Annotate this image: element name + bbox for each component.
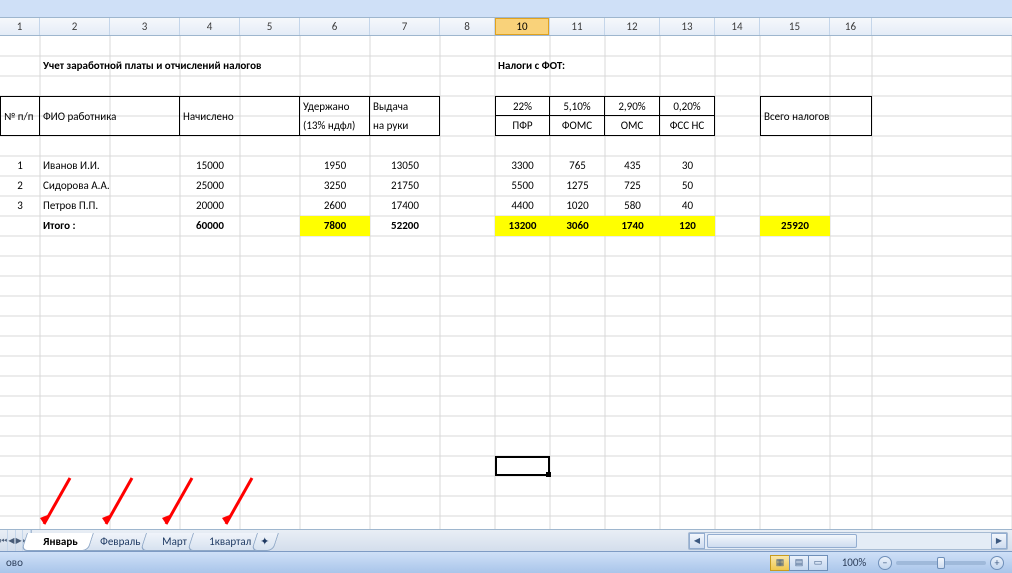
- horizontal-scrollbar[interactable]: ◀ ▶: [688, 532, 1008, 550]
- tax-label: ФСС НС: [660, 116, 715, 136]
- view-normal-icon[interactable]: ▦: [770, 555, 790, 571]
- tax-pct: 2,90%: [605, 96, 660, 116]
- cell-accrued[interactable]: 15000: [180, 156, 240, 176]
- sheet-tab-label: Февраль: [100, 535, 140, 548]
- cell-accrued[interactable]: 25000: [180, 176, 240, 196]
- status-text: ово: [0, 556, 23, 569]
- tax-pct: 0,20%: [660, 96, 715, 116]
- tax-label: ФОМС: [550, 116, 605, 136]
- cell-tax[interactable]: 40: [660, 196, 715, 216]
- header-payout-sub: на руки: [370, 116, 440, 136]
- cell-tax[interactable]: 580: [605, 196, 660, 216]
- totals-total-taxes[interactable]: 25920: [760, 216, 830, 236]
- col-header[interactable]: 13: [660, 18, 715, 35]
- view-page-break-icon[interactable]: ▭: [808, 555, 828, 571]
- cell-fio[interactable]: Иванов И.И.: [40, 156, 180, 176]
- zoom-slider[interactable]: [896, 561, 986, 565]
- zoom-out-button[interactable]: −: [878, 556, 892, 570]
- col-header[interactable]: 5: [240, 18, 300, 35]
- header-accrued: Начислено: [180, 96, 300, 136]
- tax-label: ПФР: [495, 116, 550, 136]
- col-header[interactable]: 16: [830, 18, 872, 35]
- new-sheet-icon: ✦: [260, 535, 269, 548]
- totals-tax[interactable]: 1740: [605, 216, 660, 236]
- cell-withheld[interactable]: 2600: [300, 196, 370, 216]
- cell-accrued[interactable]: 20000: [180, 196, 240, 216]
- scroll-thumb[interactable]: [707, 534, 857, 548]
- tax-label: ОМС: [605, 116, 660, 136]
- cell-tax[interactable]: 1020: [550, 196, 605, 216]
- zoom-slider-thumb[interactable]: [937, 557, 945, 569]
- cell-fio[interactable]: Петров П.П.: [40, 196, 180, 216]
- title-payroll: Учет заработной платы и отчислений налог…: [40, 56, 440, 76]
- col-header[interactable]: 1: [0, 18, 40, 35]
- zoom-percent[interactable]: 100%: [834, 556, 874, 569]
- sheet-tab-label: 1квартал: [209, 535, 251, 548]
- totals-tax[interactable]: 3060: [550, 216, 605, 236]
- cell-tax[interactable]: 725: [605, 176, 660, 196]
- col-header[interactable]: 2: [40, 18, 110, 35]
- sheet-tab-strip: ⏮ ◀ ▶ ⏭ Январь Февраль Март 1квартал ✦ ◀…: [0, 529, 1012, 551]
- new-sheet-button[interactable]: ✦: [251, 533, 279, 551]
- sheet-tab[interactable]: Январь: [21, 533, 93, 551]
- totals-withheld[interactable]: 7800: [300, 216, 370, 236]
- zoom-in-button[interactable]: +: [990, 556, 1004, 570]
- header-total-taxes: Всего налогов: [760, 96, 872, 136]
- header-withheld-sub: (13% ндфл): [300, 116, 370, 136]
- totals-accrued[interactable]: 60000: [180, 216, 240, 236]
- status-bar: ово ▦ ▤ ▭ 100% − +: [0, 551, 1012, 573]
- cell-n[interactable]: 3: [0, 196, 40, 216]
- cell-tax[interactable]: 435: [605, 156, 660, 176]
- cell-withheld[interactable]: 3250: [300, 176, 370, 196]
- header-npp: № п/п: [0, 96, 40, 136]
- cell-fio[interactable]: Сидорова А.А.: [40, 176, 180, 196]
- worksheet-grid[interactable]: Учет заработной платы и отчислений налог…: [0, 36, 1012, 529]
- view-page-layout-icon[interactable]: ▤: [789, 555, 809, 571]
- tab-first-icon[interactable]: ⏮: [0, 530, 8, 551]
- tax-pct: 22%: [495, 96, 550, 116]
- cell-tax[interactable]: 765: [550, 156, 605, 176]
- header-payout: Выдача: [370, 96, 440, 116]
- sheet-tab-label: Январь: [43, 535, 78, 548]
- scroll-left-icon[interactable]: ◀: [689, 533, 705, 549]
- column-headers: 1 2 3 4 5 6 7 8 10 11 12 13 14 15 16: [0, 18, 1012, 36]
- tab-prev-icon[interactable]: ◀: [8, 530, 15, 551]
- cell-tax[interactable]: 3300: [495, 156, 550, 176]
- scroll-right-icon[interactable]: ▶: [991, 533, 1007, 549]
- header-fio: ФИО работника: [40, 96, 180, 136]
- cell-n[interactable]: 1: [0, 156, 40, 176]
- col-header[interactable]: 15: [760, 18, 830, 35]
- col-header[interactable]: 6: [300, 18, 370, 35]
- col-header[interactable]: 4: [180, 18, 240, 35]
- col-header[interactable]: 7: [370, 18, 440, 35]
- cell-tax[interactable]: 1275: [550, 176, 605, 196]
- header-withheld: Удержано: [300, 96, 370, 116]
- ribbon-edge: [0, 0, 1012, 18]
- totals-tax[interactable]: 13200: [495, 216, 550, 236]
- zoom-control: 100% − +: [834, 556, 1004, 570]
- cell-tax[interactable]: 50: [660, 176, 715, 196]
- totals-payout[interactable]: 52200: [370, 216, 440, 236]
- col-header[interactable]: 11: [550, 18, 605, 35]
- cell-tax[interactable]: 5500: [495, 176, 550, 196]
- cell-tax[interactable]: 4400: [495, 196, 550, 216]
- col-header-active[interactable]: 10: [495, 18, 550, 35]
- cell-tax[interactable]: 30: [660, 156, 715, 176]
- tax-pct: 5,10%: [550, 96, 605, 116]
- sheet-tab-label: Март: [162, 535, 187, 548]
- totals-tax[interactable]: 120: [660, 216, 715, 236]
- cell-payout[interactable]: 17400: [370, 196, 440, 216]
- col-header[interactable]: 8: [440, 18, 495, 35]
- cell-payout[interactable]: 21750: [370, 176, 440, 196]
- cell-n[interactable]: 2: [0, 176, 40, 196]
- cell-withheld[interactable]: 1950: [300, 156, 370, 176]
- col-header[interactable]: 12: [605, 18, 660, 35]
- view-buttons: ▦ ▤ ▭: [771, 555, 828, 571]
- col-header[interactable]: 14: [715, 18, 760, 35]
- title-taxes: Налоги с ФОТ:: [495, 56, 695, 76]
- sheet-tabs: Январь Февраль Март 1квартал ✦: [32, 530, 276, 551]
- totals-label: Итого :: [40, 216, 180, 236]
- cell-payout[interactable]: 13050: [370, 156, 440, 176]
- col-header[interactable]: 3: [110, 18, 180, 35]
